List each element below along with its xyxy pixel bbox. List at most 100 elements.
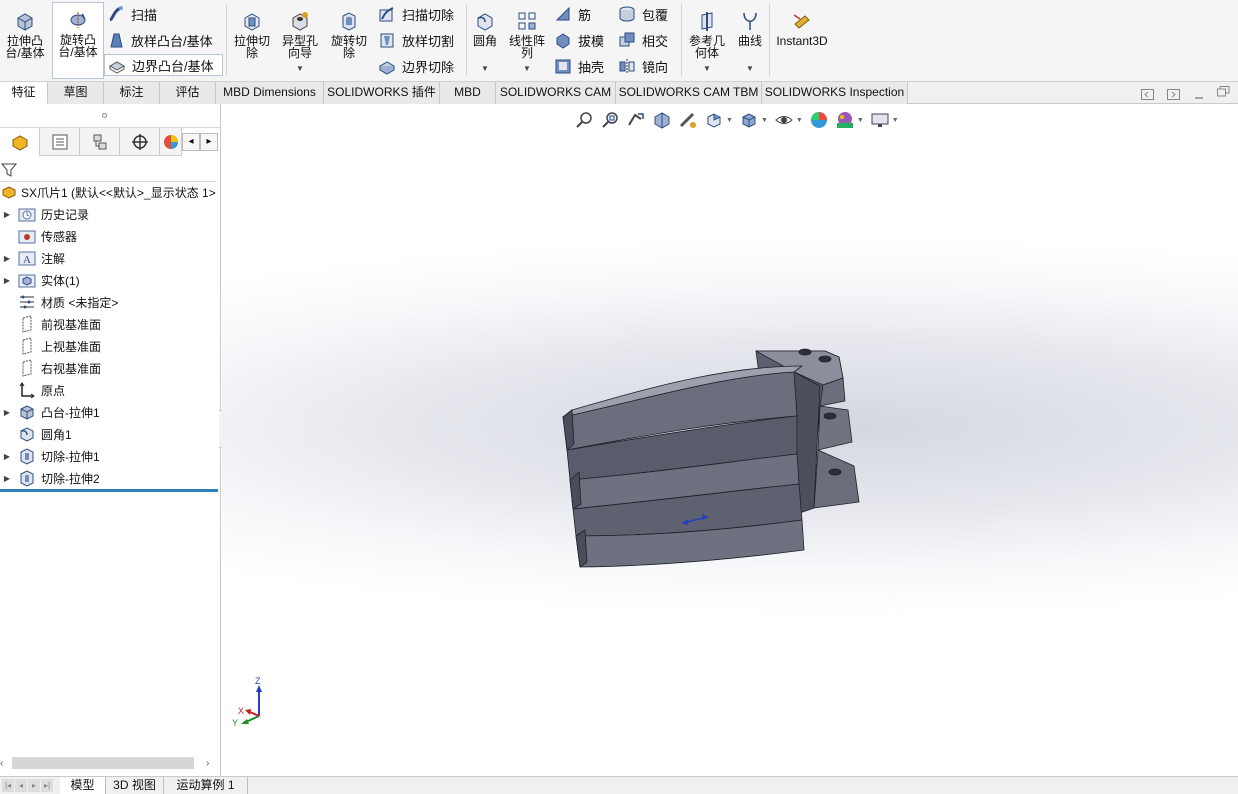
first-tab-icon[interactable]: |◂ xyxy=(2,779,14,792)
boundary-boss-button[interactable]: 边界凸台/基体 xyxy=(104,54,223,76)
instant3d-icon xyxy=(793,14,810,29)
chevron-down-icon[interactable]: ▼ xyxy=(481,63,489,75)
tab-motion-study-1[interactable]: 运动算例 1 xyxy=(164,777,248,794)
expand-arrow-icon[interactable]: ▶ xyxy=(2,408,12,417)
reference-geometry-button[interactable]: 参考几 何体 ▼ xyxy=(685,4,729,78)
tab-3d-views[interactable]: 3D 视图 xyxy=(106,777,164,794)
revolve-cut-button[interactable]: 旋转切 除 xyxy=(327,4,371,78)
scroll-left-icon[interactable]: ‹ xyxy=(0,758,10,769)
revolve-boss-button[interactable]: 旋转凸 台/基体 xyxy=(52,2,104,79)
rollback-bar[interactable] xyxy=(0,489,218,492)
tab-sketch[interactable]: 草图 xyxy=(48,82,104,104)
tree-item-sensors[interactable]: 传感器 xyxy=(0,225,221,247)
property-manager-icon xyxy=(52,134,67,149)
tile-right-icon[interactable] xyxy=(1167,89,1180,100)
tree-item-material[interactable]: 材质 <未指定> xyxy=(0,291,221,313)
feature-manager-panel: ◂ ▸ SX爪片1 (默认<<默认>_显示状态 1> ▶ 历史记录 传感器 ▶ … xyxy=(0,104,229,776)
tab-mbd[interactable]: MBD xyxy=(440,82,496,104)
restore-icon[interactable] xyxy=(1217,86,1230,97)
tree-item-origin[interactable]: 原点 xyxy=(0,379,221,401)
expand-arrow-icon[interactable]: ▶ xyxy=(2,452,12,461)
boss-extrude-icon xyxy=(20,405,34,420)
minimize-icon[interactable] xyxy=(1193,89,1206,100)
tab-mbd-dimensions[interactable]: MBD Dimensions xyxy=(216,82,324,104)
tree-item-front-plane[interactable]: 前视基准面 xyxy=(0,313,221,335)
dimxpert-manager-tab[interactable] xyxy=(120,128,160,156)
tab-scroll-right-icon[interactable]: ▸ xyxy=(200,133,218,151)
tree-item-top-plane[interactable]: 上视基准面 xyxy=(0,335,221,357)
tab-solidworks-cam[interactable]: SOLIDWORKS CAM xyxy=(496,82,616,104)
tile-left-icon[interactable] xyxy=(1141,89,1154,100)
lofted-cut-button[interactable]: 放样切割 xyxy=(378,29,454,51)
expand-arrow-icon[interactable]: ▶ xyxy=(2,474,12,483)
draft-button[interactable]: 拔模 xyxy=(554,29,604,51)
tab-solidworks-addins[interactable]: SOLIDWORKS 插件 xyxy=(324,82,440,104)
tree-item-history[interactable]: ▶ 历史记录 xyxy=(0,203,221,225)
chevron-down-icon[interactable]: ▼ xyxy=(523,63,531,75)
tree-item-boss-extrude1[interactable]: ▶ 凸台-拉伸1 xyxy=(0,401,221,423)
fillet-button[interactable]: 圆角 ▼ xyxy=(468,4,502,78)
rib-button[interactable]: 筋 xyxy=(554,3,591,25)
configuration-manager-tab[interactable] xyxy=(80,128,120,156)
property-manager-tab[interactable] xyxy=(40,128,80,156)
display-manager-icon xyxy=(163,134,178,149)
bottom-tab-bar: |◂ ◂ ▸ ▸| 模型 3D 视图 运动算例 1 xyxy=(0,776,1238,794)
svg-text:A: A xyxy=(23,254,31,266)
draft-icon xyxy=(556,33,570,49)
boundary-cut-button[interactable]: 边界切除 xyxy=(378,55,454,77)
scroll-thumb[interactable] xyxy=(12,757,194,769)
display-manager-tab[interactable] xyxy=(160,128,182,156)
chevron-down-icon[interactable]: ▼ xyxy=(296,63,304,75)
instant3d-button[interactable]: Instant3D xyxy=(773,4,831,78)
feature-manager-tab[interactable] xyxy=(0,128,40,156)
tab-solidworks-cam-tbm[interactable]: SOLIDWORKS CAM TBM xyxy=(616,82,762,104)
revolve-boss-icon xyxy=(70,12,86,28)
linear-pattern-button[interactable]: 线性阵 列 ▼ xyxy=(506,4,548,78)
chevron-down-icon[interactable]: ▼ xyxy=(703,63,711,75)
tree-item-solid-bodies[interactable]: ▶ 实体(1) xyxy=(0,269,221,291)
hole-wizard-button[interactable]: 异型孔 向导 ▼ xyxy=(278,4,322,78)
scroll-right-icon[interactable]: › xyxy=(206,758,216,769)
prev-tab-icon[interactable]: ◂ xyxy=(15,779,27,792)
sweep-button[interactable]: 扫描 xyxy=(107,3,157,25)
tree-item-cut-extrude2[interactable]: ▶ 切除-拉伸2 xyxy=(0,467,221,489)
curves-button[interactable]: 曲线 ▼ xyxy=(733,4,767,78)
graphics-area[interactable]: ▼ ▼ ▼ ▼ ▼ Z X Y xyxy=(222,104,1238,776)
panel-grip[interactable] xyxy=(0,104,221,128)
intersect-button[interactable]: 相交 xyxy=(618,29,668,51)
expand-arrow-icon[interactable]: ▶ xyxy=(2,210,12,219)
tree-item-fillet1[interactable]: 圆角1 xyxy=(0,423,221,445)
intersect-icon xyxy=(619,32,635,47)
tab-features[interactable]: 特征 xyxy=(0,82,48,104)
tab-model[interactable]: 模型 xyxy=(60,777,106,794)
configuration-manager-icon xyxy=(93,134,106,149)
tab-solidworks-inspection[interactable]: SOLIDWORKS Inspection xyxy=(762,82,908,104)
tab-evaluate[interactable]: 评估 xyxy=(160,82,216,104)
tab-markup[interactable]: 标注 xyxy=(104,82,160,104)
tree-filter[interactable] xyxy=(0,158,216,182)
wrap-button[interactable]: 包覆 xyxy=(618,3,668,25)
ribbon-separator xyxy=(769,4,770,76)
plane-icon xyxy=(22,359,32,377)
chevron-down-icon[interactable]: ▼ xyxy=(746,63,754,75)
tree-root-part[interactable]: SX爪片1 (默认<<默认>_显示状态 1> xyxy=(0,181,221,203)
hole-wizard-icon xyxy=(292,12,308,31)
next-tab-icon[interactable]: ▸ xyxy=(28,779,40,792)
horizontal-scrollbar[interactable]: ‹ › xyxy=(0,754,221,772)
tree-item-right-plane[interactable]: 右视基准面 xyxy=(0,357,221,379)
expand-arrow-icon[interactable]: ▶ xyxy=(2,254,12,263)
expand-arrow-icon[interactable]: ▶ xyxy=(2,276,12,285)
swept-cut-button[interactable]: 扫描切除 xyxy=(378,3,454,25)
tab-scroll-left-icon[interactable]: ◂ xyxy=(182,133,200,151)
wrap-icon xyxy=(619,6,635,22)
mirror-button[interactable]: 镜向 xyxy=(618,55,668,77)
tree-item-annotations[interactable]: ▶ A 注解 xyxy=(0,247,221,269)
loft-boss-button[interactable]: 放样凸台/基体 xyxy=(107,29,213,51)
shell-button[interactable]: 抽壳 xyxy=(554,55,604,77)
annotation-icon: A xyxy=(18,251,36,266)
extrude-cut-button[interactable]: 拉伸切 除 xyxy=(230,4,274,78)
last-tab-icon[interactable]: ▸| xyxy=(41,779,53,792)
extrude-boss-button[interactable]: 拉伸凸 台/基体 xyxy=(2,4,48,78)
tree-item-cut-extrude1[interactable]: ▶ 切除-拉伸1 xyxy=(0,445,221,467)
part-model[interactable] xyxy=(222,104,1238,776)
